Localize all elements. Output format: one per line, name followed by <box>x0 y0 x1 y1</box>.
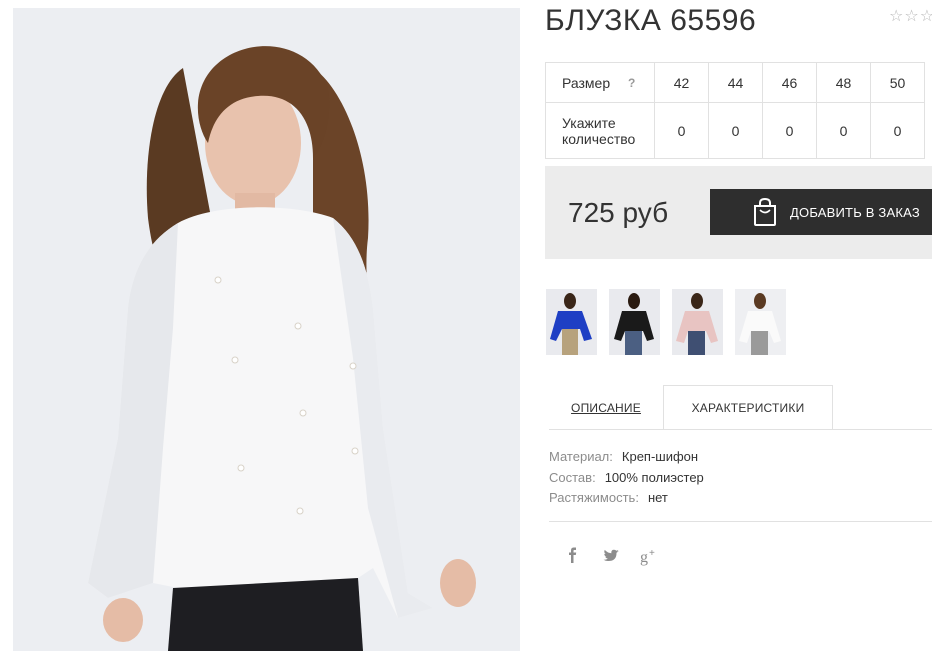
facebook-icon[interactable] <box>562 546 584 566</box>
quantity-row: Укажите количество 0 0 0 0 0 <box>545 102 925 159</box>
star-icon[interactable]: ☆ <box>889 9 903 25</box>
tabs-divider <box>549 429 932 430</box>
model-in-white-blouse-illustration <box>13 8 520 651</box>
specs-divider <box>549 521 932 522</box>
shopping-bag-icon <box>754 197 776 226</box>
size-help-icon[interactable]: ? <box>628 76 635 90</box>
social-share: g + <box>562 546 660 566</box>
thumbnail-image <box>672 289 723 355</box>
color-thumbnails <box>546 289 786 355</box>
thumbnail-white[interactable] <box>735 289 786 355</box>
svg-text:g: g <box>640 549 648 566</box>
spec-key: Состав: <box>549 469 596 485</box>
quantity-input[interactable]: 0 <box>708 102 763 159</box>
size-value: 46 <box>762 62 817 103</box>
product-price: 725 руб <box>568 197 669 228</box>
size-header-label: Размер <box>545 62 655 103</box>
add-to-order-label: ДОБАВИТЬ В ЗАКАЗ <box>790 204 920 220</box>
quantity-input[interactable]: 0 <box>762 102 817 159</box>
quantity-input[interactable]: 0 <box>654 102 709 159</box>
size-value: 42 <box>654 62 709 103</box>
thumbnail-image <box>546 289 597 355</box>
thumbnail-pink[interactable] <box>672 289 723 355</box>
thumbnail-black[interactable] <box>609 289 660 355</box>
tab-description[interactable]: ОПИСАНИЕ <box>549 385 663 430</box>
thumbnail-image <box>609 289 660 355</box>
google-plus-icon[interactable]: g + <box>638 546 660 566</box>
quantity-label: Укажите количество <box>545 102 655 159</box>
quantity-input[interactable]: 0 <box>816 102 871 159</box>
size-value: 44 <box>708 62 763 103</box>
size-value: 50 <box>870 62 925 103</box>
twitter-icon[interactable] <box>600 546 622 566</box>
spec-key: Растяжимость: <box>549 490 639 505</box>
product-photo[interactable] <box>13 8 520 651</box>
spec-row: Растяжимость: нет <box>549 488 704 509</box>
size-quantity-table: Размер 42 44 46 48 50 Укажите количество… <box>545 62 925 159</box>
add-to-order-button[interactable]: ДОБАВИТЬ В ЗАКАЗ <box>710 189 932 235</box>
thumbnail-image <box>735 289 786 355</box>
star-icon[interactable]: ☆ <box>920 9 932 25</box>
spec-value: Креп-шифон <box>621 449 699 464</box>
tab-characteristics[interactable]: ХАРАКТЕРИСТИКИ <box>663 385 833 430</box>
spec-value: нет <box>647 490 668 505</box>
thumbnail-blue[interactable] <box>546 289 597 355</box>
product-title: БЛУЗКА 65596 <box>545 4 757 37</box>
svg-text:+: + <box>649 548 655 559</box>
characteristics-list: Материал: Креп-шифон Состав: 100% полиэс… <box>549 447 704 509</box>
quantity-input[interactable]: 0 <box>870 102 925 159</box>
rating-stars[interactable]: ☆ ☆ ☆ <box>889 9 932 25</box>
spec-value: 100% полиэстер <box>604 469 704 485</box>
size-value: 48 <box>816 62 871 103</box>
spec-row: Состав: 100% полиэстер <box>549 468 704 489</box>
spec-row: Материал: Креп-шифон <box>549 447 704 468</box>
spec-key: Материал: <box>549 449 613 464</box>
size-row: Размер 42 44 46 48 50 <box>545 62 925 103</box>
star-icon[interactable]: ☆ <box>904 9 918 25</box>
